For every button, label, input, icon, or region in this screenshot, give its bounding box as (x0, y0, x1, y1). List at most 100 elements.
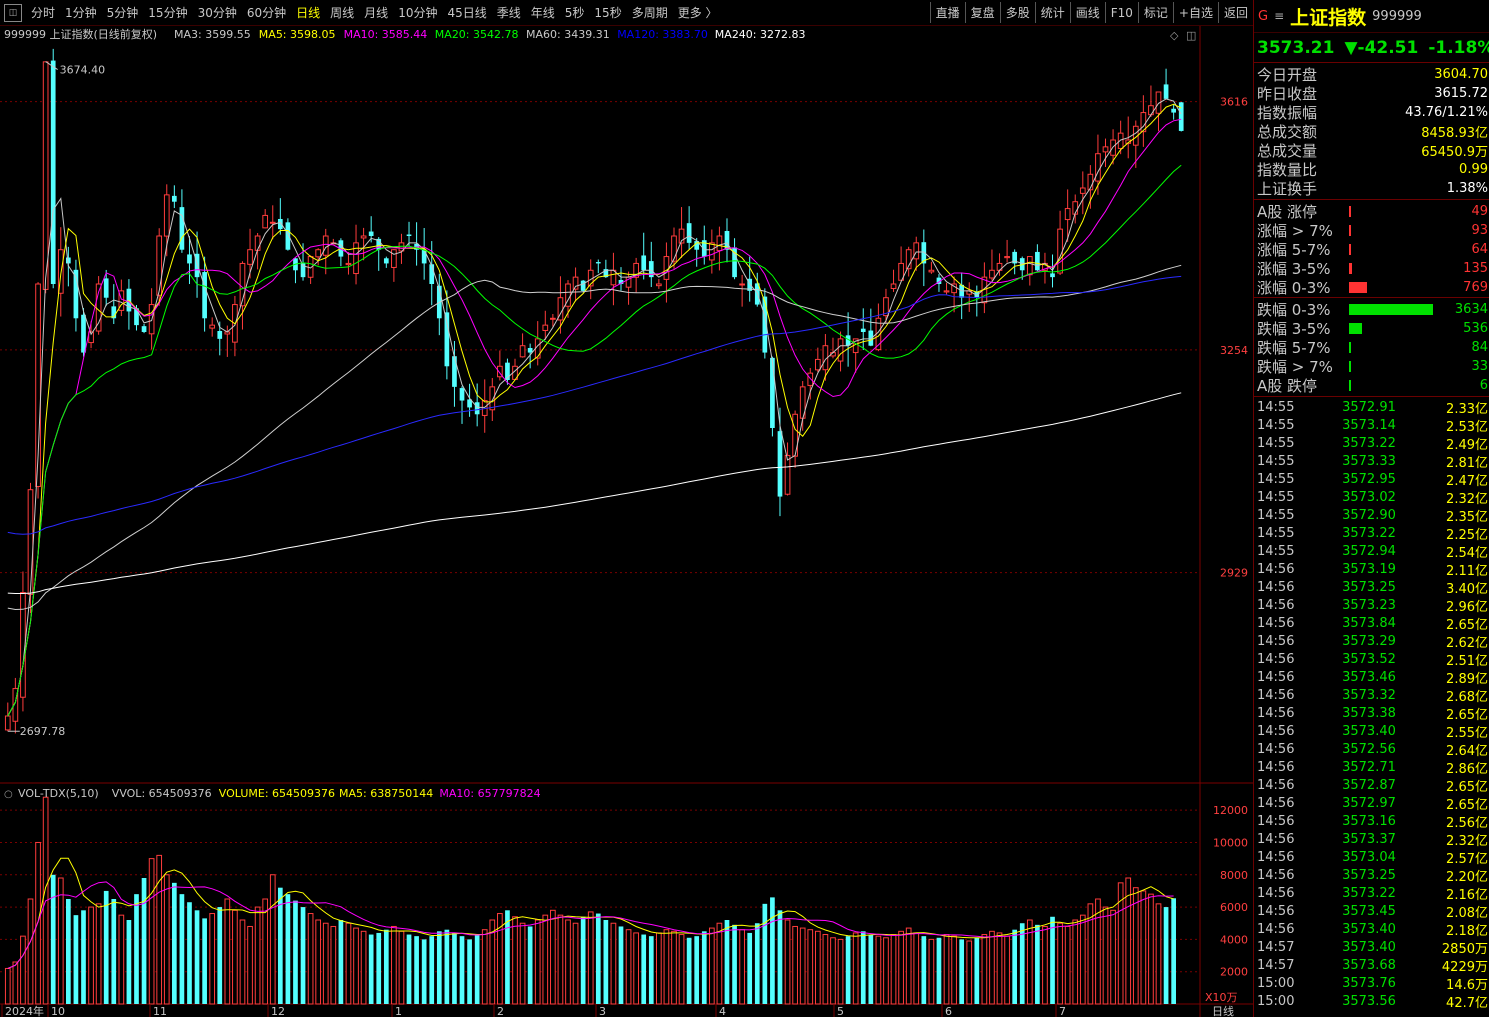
ma-legend-item: MA3: 3599.55 (174, 28, 251, 41)
g-badge[interactable]: G (1258, 9, 1268, 24)
tick-time: 14:55 (1257, 453, 1295, 469)
volume-bar (1072, 919, 1079, 1005)
chart-legend-title: 999999 上证指数(日线前复权) (4, 27, 157, 41)
toolbar-button[interactable]: 直播 (929, 2, 965, 23)
toolbar-button[interactable]: 返回 (1217, 2, 1253, 23)
volume-bar (345, 922, 352, 1005)
tick-volume: 2.55亿 (1446, 725, 1488, 741)
stat-value: 3615.72 (1434, 86, 1488, 101)
chart-background (0, 26, 1253, 1017)
toolbar-button[interactable]: 标记 (1137, 2, 1173, 23)
diamond-icon[interactable]: ◇ (1170, 29, 1179, 42)
breadth-label: 跌幅 > 7% (1257, 358, 1333, 376)
toolbar-button[interactable]: +自选 (1172, 2, 1218, 23)
breadth-count: 49 (1471, 204, 1488, 219)
breadth-bar-track (1349, 380, 1444, 391)
period-tab[interactable]: 60分钟 (242, 4, 291, 21)
volume-bar (550, 909, 556, 1005)
period-tab[interactable]: 15分钟 (143, 4, 192, 21)
tick-price: 3573.40 (1342, 723, 1396, 739)
tick-volume: 3.40亿 (1446, 581, 1488, 597)
tick-time: 14:56 (1257, 813, 1295, 829)
tick-volume: 2.32亿 (1446, 833, 1488, 849)
candle-body (890, 283, 897, 289)
period-tab[interactable]: 15秒 (589, 4, 626, 21)
price-line: 3573.21 ▼-42.51 -1.18% (1254, 33, 1489, 63)
tick-volume: 42.7亿 (1446, 995, 1488, 1011)
breadth-count: 33 (1471, 359, 1488, 374)
period-tab[interactable]: 10分钟 (393, 4, 442, 21)
toolbar-button[interactable]: 画线 (1069, 2, 1105, 23)
indicator-menu-icon[interactable]: ○ (4, 789, 13, 800)
candle-body (550, 317, 556, 320)
volume-bar (648, 936, 654, 1004)
stat-value: 43.76/1.21% (1405, 105, 1488, 120)
toolbar-button[interactable]: 统计 (1034, 2, 1070, 23)
breadth-bar-track (1349, 263, 1444, 274)
breadth-count: 536 (1463, 321, 1488, 336)
tick-price: 3573.04 (1342, 849, 1396, 865)
period-tab[interactable]: 年线 (526, 4, 560, 21)
tick-volume: 2.64亿 (1446, 743, 1488, 759)
volume-bar (300, 907, 306, 1004)
breadth-row: 跌幅 5-7% 84 (1254, 338, 1489, 357)
period-tab[interactable]: 5分钟 (102, 4, 144, 21)
period-tab[interactable]: 1分钟 (60, 4, 102, 21)
period-tab[interactable]: 分时 (26, 4, 60, 21)
volume-bar (921, 936, 927, 1004)
tick-list[interactable]: 14:55 3572.91 2.33亿 14:55 3573.14 2.53亿 14:55 3… (1254, 397, 1489, 1011)
window-icon[interactable]: ◫ (1186, 29, 1196, 42)
period-tab[interactable]: 5秒 (560, 4, 590, 21)
period-tab[interactable]: 季线 (492, 4, 526, 21)
menu-icon[interactable]: ◫ (4, 3, 22, 22)
candle-body (928, 269, 935, 273)
volume-bar (959, 939, 965, 1004)
toolbar-button[interactable]: 复盘 (964, 2, 1000, 23)
toolbar-button[interactable]: 多股 (999, 2, 1035, 23)
volume-bar (875, 935, 882, 1005)
tick-volume: 2.57亿 (1446, 851, 1488, 867)
period-tab[interactable]: 周线 (325, 4, 359, 21)
last-price: 3573.21 (1257, 37, 1335, 58)
tick-price: 3573.40 (1342, 939, 1396, 955)
volume-bar (512, 916, 518, 1005)
candle-body (269, 221, 276, 224)
chart-area[interactable]: 3616 3254 2929 12000 10000 8000 6000 4000 2000 X1… (0, 26, 1253, 1017)
stat-row: 指数振幅 43.76/1.21% (1254, 103, 1489, 122)
candle-body (860, 328, 866, 332)
stat-label: 指数量比 (1257, 161, 1318, 179)
volume-bar (587, 911, 594, 1005)
tick-row: 14:56 3573.40 2.55亿 (1254, 722, 1489, 741)
volume-bar (353, 927, 359, 1005)
tick-time: 14:55 (1257, 435, 1295, 451)
volume-bar (35, 841, 41, 1005)
candle-body (527, 347, 533, 353)
volume-bar (81, 910, 86, 1004)
time-tick-label: 2024年 (5, 1004, 44, 1017)
period-tab[interactable]: 月线 (359, 4, 393, 21)
tick-price: 3573.19 (1342, 561, 1396, 577)
volume-bar (830, 937, 836, 1005)
period-tab[interactable]: 30分钟 (193, 4, 242, 21)
candle-body (187, 254, 192, 264)
volume-bar (118, 914, 125, 1005)
period-tab[interactable]: 更多 〉 (673, 4, 723, 21)
tick-volume: 2.62亿 (1446, 635, 1488, 651)
candle-body (315, 249, 322, 258)
candle-body (383, 258, 389, 264)
tick-row: 14:55 3573.22 2.25亿 (1254, 524, 1489, 543)
tick-volume: 14.6万 (1446, 977, 1488, 993)
volume-bar (610, 922, 617, 1005)
tick-price: 3573.38 (1342, 705, 1396, 721)
period-tab[interactable]: 45日线 (442, 4, 491, 21)
period-tab[interactable]: 多周期 (627, 4, 673, 21)
toolbar-button[interactable]: F10 (1104, 2, 1138, 23)
candle-body (716, 235, 723, 252)
tick-volume: 2850万 (1441, 941, 1488, 957)
candle-body (4, 715, 11, 731)
kline-chart[interactable]: 36163254292912000100008000600040002000X1… (0, 26, 1253, 1017)
tick-time: 14:55 (1257, 417, 1295, 433)
period-tab[interactable]: 日线 (291, 4, 325, 21)
list-icon[interactable]: ≡ (1274, 9, 1284, 23)
tick-time: 14:56 (1257, 669, 1295, 685)
